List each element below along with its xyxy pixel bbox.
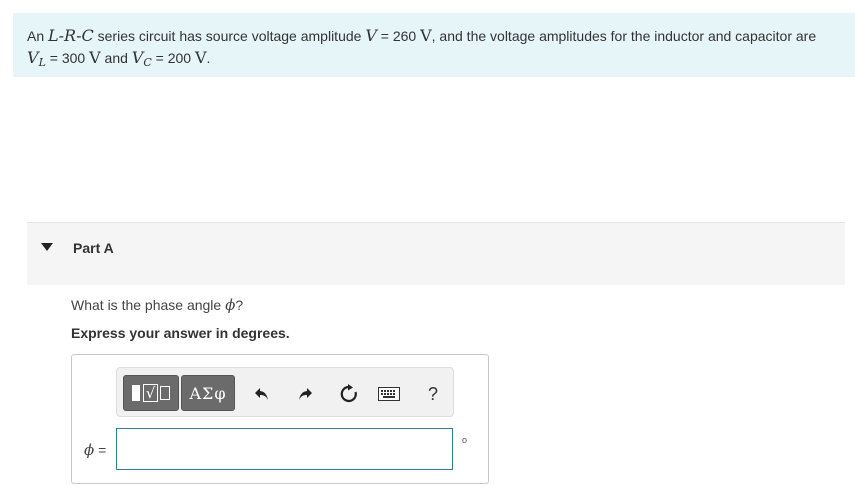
- reset-icon[interactable]: [337, 383, 361, 405]
- unit-volt: V: [194, 48, 207, 67]
- phi-symbol: ϕ: [84, 441, 95, 459]
- question-text-after: ?: [235, 297, 244, 313]
- part-title: Part A: [73, 240, 114, 256]
- part-a-header[interactable]: Part A: [27, 222, 845, 285]
- math-toolbar: √ ΑΣφ ?: [116, 367, 454, 417]
- templates-button[interactable]: √: [123, 375, 179, 411]
- circuit-label: L-R-C: [48, 26, 94, 45]
- problem-text: , and the voltage amplitudes for the ind…: [431, 28, 817, 44]
- var-v: V: [365, 26, 377, 45]
- answer-label: ϕ =: [84, 441, 106, 459]
- question-text: What is the phase angle ϕ?: [71, 296, 243, 314]
- template-box-icon: [160, 386, 171, 400]
- question-text-before: What is the phase angle: [71, 297, 226, 313]
- unit-volt: V: [89, 48, 101, 67]
- equals-sign: =: [94, 442, 107, 458]
- unit-volt: V: [420, 26, 432, 45]
- var-vl-sub: L: [38, 56, 46, 69]
- answer-box: √ ΑΣφ ? ϕ = o: [71, 354, 489, 484]
- help-button[interactable]: ?: [421, 383, 445, 405]
- var-vc-sub: C: [143, 56, 152, 69]
- var-vl: V: [27, 48, 39, 67]
- problem-text: series circuit has source voltage amplit…: [93, 28, 366, 44]
- var-vc: V: [131, 48, 144, 67]
- problem-text: An: [27, 28, 49, 44]
- problem-text: = 260: [376, 28, 421, 44]
- template-block-icon: [131, 385, 140, 401]
- caret-down-icon[interactable]: [41, 243, 53, 251]
- problem-text: .: [206, 50, 211, 66]
- answer-instruction: Express your answer in degrees.: [71, 325, 290, 341]
- answer-input[interactable]: [116, 428, 453, 470]
- problem-statement: An L-R-C series circuit has source volta…: [13, 13, 855, 77]
- problem-text: = 300: [45, 50, 90, 66]
- problem-text: and: [100, 50, 132, 66]
- phi-symbol: ϕ: [225, 296, 236, 314]
- degree-unit: o: [462, 435, 468, 445]
- symbols-button[interactable]: ΑΣφ: [181, 375, 235, 411]
- undo-icon[interactable]: [250, 383, 274, 405]
- problem-text: = 200: [151, 50, 195, 66]
- sqrt-icon: √: [142, 384, 159, 402]
- keyboard-icon[interactable]: [377, 383, 401, 405]
- redo-icon[interactable]: [293, 383, 317, 405]
